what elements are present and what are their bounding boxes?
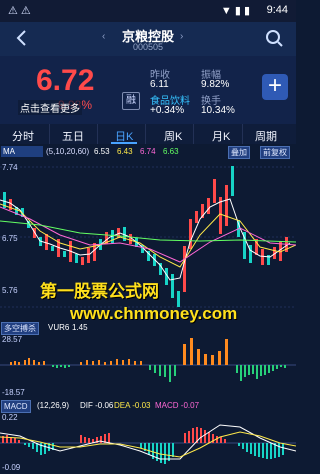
tab-week-k[interactable]: 周K bbox=[164, 128, 182, 144]
sector-change: +0.34% bbox=[150, 105, 185, 116]
period-tabs: 分时 五日 日K 周K 月K 周期 bbox=[0, 124, 296, 144]
indicator-1-chart bbox=[0, 338, 296, 382]
tab-divider bbox=[49, 124, 50, 144]
watermark-title: 第一股票公式网 bbox=[40, 282, 159, 301]
indicator-2-header: MACD (12,26,9) DIF -0.06 DEA -0.03 MACD … bbox=[0, 399, 296, 413]
tab-intraday[interactable]: 分时 bbox=[12, 128, 34, 144]
quote-panel: 6.72 9.98% 点击查看更多 融 昨收 6.11 食品饮料 +0.34% … bbox=[0, 56, 296, 124]
signal-icon: ▼ ▮ ▮ bbox=[220, 5, 250, 17]
status-bar: ⚠ ⚠ ▼ ▮ ▮ 9:44 bbox=[0, 0, 296, 22]
adjust-button[interactable]: 前复权 bbox=[260, 146, 290, 159]
ma-value-2: 6.43 bbox=[117, 147, 133, 156]
tab-divider bbox=[97, 124, 98, 144]
macd-top: 0.22 bbox=[2, 413, 18, 422]
prev-stock-icon[interactable]: ‹ bbox=[102, 31, 105, 42]
status-time: 9:44 bbox=[266, 4, 288, 16]
active-tab-underline bbox=[111, 142, 137, 144]
yesterday-value: 6.11 bbox=[150, 79, 169, 90]
macd-value: MACD -0.07 bbox=[155, 401, 200, 410]
indicator-1-selector[interactable]: 多空搏杀 bbox=[1, 322, 39, 335]
macd-params: (12,26,9) bbox=[37, 401, 70, 410]
ma-value-1: 6.53 bbox=[94, 147, 110, 156]
macd-dif: DIF -0.06 bbox=[80, 401, 114, 410]
tab-divider bbox=[145, 124, 146, 144]
macd-dea: DEA -0.03 bbox=[114, 401, 151, 410]
indicator-1-top: 28.57 bbox=[2, 335, 23, 344]
turnover-value: 10.34% bbox=[201, 105, 235, 116]
axis-top-label: 7.74 bbox=[2, 163, 18, 172]
margin-tag: 融 bbox=[122, 92, 140, 110]
tab-divider bbox=[193, 124, 194, 144]
overlay-button[interactable]: 叠加 bbox=[228, 146, 250, 159]
indicator-1-value: 1.45 bbox=[72, 323, 88, 332]
ma-legend: MA (5,10,20,60) 6.53 6.43 6.74 6.63 叠加 前… bbox=[0, 145, 296, 159]
indicator-1-bottom: -18.57 bbox=[2, 388, 25, 397]
add-watchlist-button[interactable]: + bbox=[262, 74, 288, 100]
current-price: 6.72 bbox=[36, 64, 95, 97]
ma-params: (5,10,20,60) bbox=[46, 147, 90, 156]
indicator-1-header: 多空搏杀 VUR6 1.45 bbox=[0, 321, 296, 335]
tab-five-day[interactable]: 五日 bbox=[62, 128, 84, 144]
ma-selector[interactable]: MA bbox=[1, 146, 43, 157]
ma-value-3: 6.74 bbox=[140, 147, 156, 156]
axis-low-label: 5.76 bbox=[2, 286, 18, 295]
tab-month-k[interactable]: 月K bbox=[212, 128, 230, 144]
indicator-1-vur: VUR6 bbox=[48, 323, 70, 332]
axis-mid-label: 6.75 bbox=[2, 234, 18, 243]
next-stock-icon[interactable]: › bbox=[180, 31, 183, 42]
indicator-2-selector[interactable]: MACD bbox=[1, 400, 31, 413]
more-hint[interactable]: 点击查看更多 bbox=[18, 100, 82, 115]
ma-value-4: 6.63 bbox=[163, 147, 179, 156]
stock-code: 000505 bbox=[132, 42, 164, 52]
tab-divider bbox=[242, 124, 243, 144]
macd-bottom: -0.09 bbox=[2, 463, 21, 472]
tab-period[interactable]: 周期 bbox=[255, 128, 277, 144]
search-icon[interactable] bbox=[264, 28, 284, 48]
macd-chart bbox=[0, 424, 296, 464]
amplitude-value: 9.82% bbox=[201, 79, 230, 90]
status-warning-icon: ⚠ ⚠ bbox=[8, 5, 31, 17]
stock-header: 京粮控股 000505 ‹ › bbox=[0, 22, 296, 56]
